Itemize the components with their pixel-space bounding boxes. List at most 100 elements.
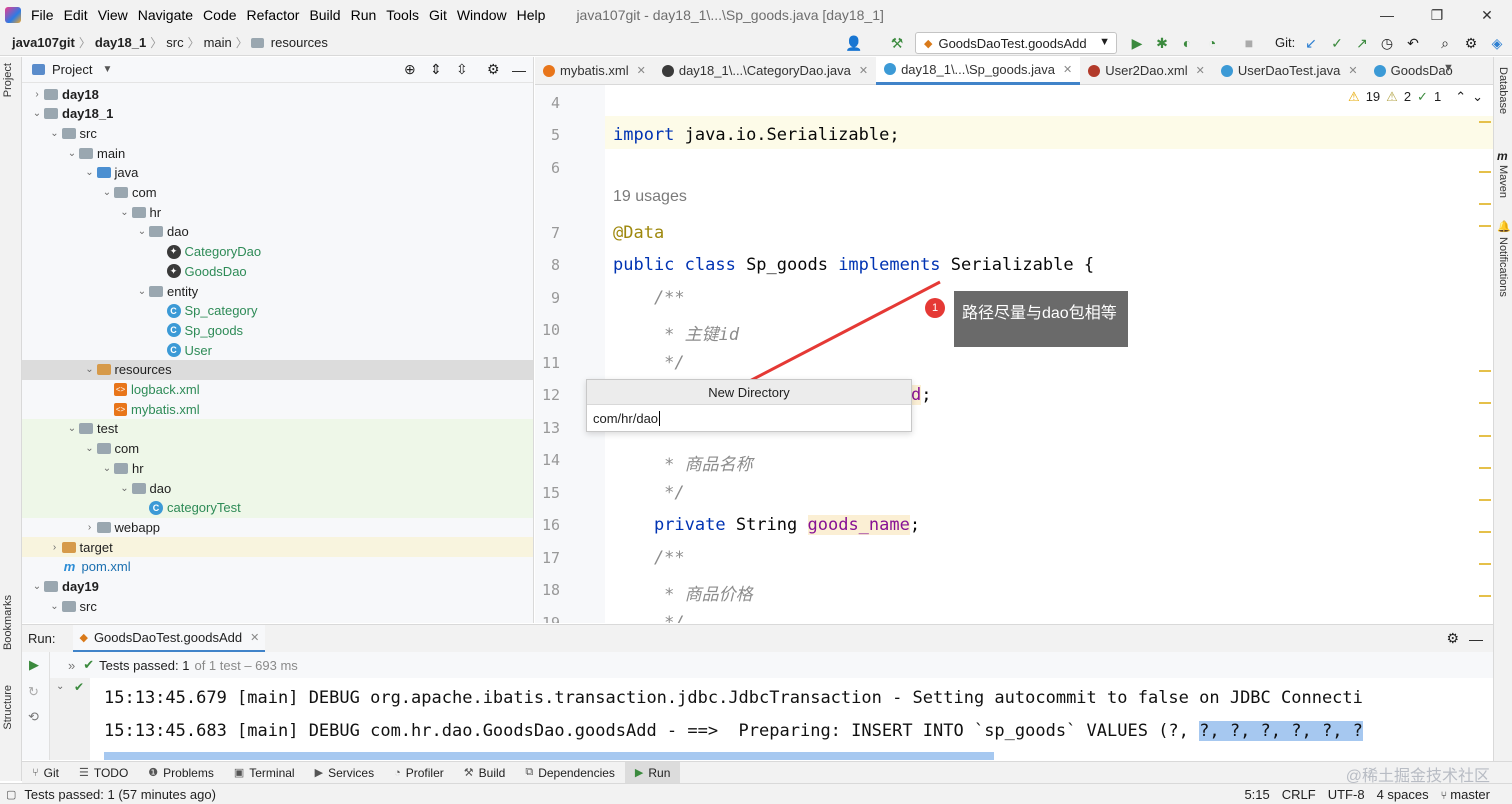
coverage-icon[interactable]: ◐ [1178, 34, 1196, 52]
breadcrumb-project[interactable]: java107git [8, 35, 79, 50]
collapse-all-icon[interactable]: ⇳ [456, 61, 468, 78]
editor-tab[interactable]: mybatis.xml ✕ [535, 57, 654, 85]
tree-item[interactable]: m pom.xml [22, 557, 533, 577]
editor-tab[interactable]: User2Dao.xml ✕ [1080, 57, 1213, 85]
chevron-down-icon[interactable]: ⌄ [83, 364, 97, 375]
tabs-overflow-icon[interactable]: ▼ [1443, 62, 1454, 74]
chevron-down-icon[interactable]: ⌄ [30, 108, 44, 119]
profiler-tool-tab[interactable]: ◔ Profiler [384, 762, 454, 784]
warning-marker[interactable] [1479, 563, 1491, 565]
plugin-icon[interactable]: ◈ [1488, 34, 1506, 52]
tree-item[interactable]: ⌄ resources [22, 359, 533, 380]
chevron-down-icon[interactable]: ⌄ [56, 681, 64, 692]
chevron-down-icon[interactable]: ⌄ [83, 443, 97, 454]
tree-item[interactable]: C Sp_category [22, 301, 533, 321]
project-view-title[interactable]: Project [52, 62, 92, 77]
git-tool-tab[interactable]: ⑂ Git [22, 762, 69, 784]
notifications-tool-tab[interactable]: Notifications [1497, 237, 1509, 297]
profile-icon[interactable]: ◔ [1203, 34, 1221, 52]
todo-tool-tab[interactable]: ☰ TODO [69, 762, 138, 784]
file-encoding[interactable]: UTF-8 [1328, 787, 1365, 802]
warning-marker[interactable] [1479, 121, 1491, 123]
warning-marker[interactable] [1479, 203, 1491, 205]
editor-tab[interactable]: day18_1\...\CategoryDao.java ✕ [654, 57, 876, 85]
run-settings-icon[interactable]: ⚙ [1446, 630, 1459, 647]
breadcrumb-resources[interactable]: resources [267, 35, 332, 50]
warning-marker[interactable] [1479, 595, 1491, 597]
maven-tool-tab[interactable]: Maven [1497, 165, 1509, 198]
warning-marker[interactable] [1479, 531, 1491, 533]
chevron-right-icon[interactable]: › [30, 89, 44, 100]
chevron-down-icon[interactable]: ⌄ [135, 286, 149, 297]
menu-edit[interactable]: Edit [59, 0, 93, 30]
tree-item[interactable]: ⌄ dao [22, 222, 533, 242]
tree-item[interactable]: ⌄ main [22, 143, 533, 163]
tree-item[interactable]: ⌄ java [22, 163, 533, 183]
toggle-auto-test-icon[interactable]: ⟲ [28, 709, 39, 725]
menu-code[interactable]: Code [198, 0, 241, 30]
stop-icon[interactable]: ■ [1240, 34, 1258, 52]
close-tab-icon[interactable]: ✕ [637, 64, 646, 77]
rollback-icon[interactable]: ↶ [1404, 34, 1422, 52]
chevron-down-icon[interactable]: ⌄ [118, 483, 132, 494]
chevron-down-icon[interactable]: ⌄ [100, 187, 114, 198]
close-tab-icon[interactable]: ✕ [1348, 64, 1357, 77]
user-icon[interactable]: 👤 [845, 34, 863, 52]
previous-highlight-icon[interactable]: ⌃ [1455, 89, 1466, 105]
chevron-down-icon[interactable]: ⌄ [30, 581, 44, 592]
run-icon[interactable]: ▶ [1128, 34, 1146, 52]
menu-help[interactable]: Help [512, 0, 551, 30]
tree-item[interactable]: › webapp [22, 517, 533, 537]
settings-gear-icon[interactable]: ⚙ [1462, 34, 1480, 52]
debug-icon[interactable]: ✱ [1153, 34, 1171, 52]
bookmarks-tool-tab[interactable]: Bookmarks [2, 595, 14, 650]
terminal-tool-tab[interactable]: ▣ Terminal [224, 762, 305, 784]
chevron-right-icon[interactable]: › [48, 542, 62, 553]
chevron-down-icon[interactable]: ⌄ [118, 207, 132, 218]
close-tab-icon[interactable]: ✕ [1196, 64, 1205, 77]
menu-build[interactable]: Build [304, 0, 345, 30]
warning-marker[interactable] [1479, 499, 1491, 501]
tree-item[interactable]: ⌄ com [22, 438, 533, 459]
menu-git[interactable]: Git [424, 0, 452, 30]
warning-marker[interactable] [1479, 225, 1491, 227]
run-tab[interactable]: ◆ GoodsDaoTest.goodsAdd ✕ [73, 624, 266, 653]
tree-item[interactable]: ⌄ src [22, 123, 533, 143]
warning-marker[interactable] [1479, 402, 1491, 404]
directory-name-input[interactable]: com/hr/dao [587, 405, 911, 432]
project-tool-tab[interactable]: Project [2, 63, 14, 97]
tree-item[interactable]: <> mybatis.xml [22, 399, 533, 419]
chevron-right-icon[interactable]: › [83, 522, 97, 533]
run-configuration-select[interactable]: ◆ GoodsDaoTest.goodsAdd ▼ [915, 32, 1117, 54]
menu-window[interactable]: Window [452, 0, 512, 30]
expand-icon[interactable]: » [68, 658, 75, 673]
editor-tab[interactable]: day18_1\...\Sp_goods.java ✕ [876, 56, 1081, 85]
close-window-button[interactable]: ✕ [1462, 0, 1512, 30]
tree-item[interactable]: CcategoryTest [22, 497, 533, 518]
warning-marker[interactable] [1479, 370, 1491, 372]
chevron-down-icon[interactable]: ⌄ [65, 148, 79, 159]
breadcrumb-src[interactable]: src [162, 35, 187, 50]
tree-item[interactable]: ⌄ day19 [22, 577, 533, 597]
menu-refactor[interactable]: Refactor [242, 0, 305, 30]
inspection-widget[interactable]: ⚠ 19 ⚠ 2 ✓ 1 ⌃ ⌄ [1348, 89, 1483, 105]
editor-tab[interactable]: UserDaoTest.java ✕ [1213, 57, 1366, 85]
tree-item[interactable]: ⌄ test [22, 418, 533, 439]
tree-item[interactable]: ⌄ dao [22, 478, 533, 498]
tree-item[interactable]: <> logback.xml [22, 380, 533, 400]
tree-item[interactable]: ✦ CategoryDao [22, 242, 533, 262]
menu-run[interactable]: Run [346, 0, 382, 30]
run-tool-tab[interactable]: ▶ Run [624, 761, 681, 784]
menu-tools[interactable]: Tools [381, 0, 424, 30]
history-icon[interactable]: ◷ [1378, 34, 1396, 52]
expand-all-icon[interactable]: ⇕ [430, 61, 442, 78]
problems-tool-tab[interactable]: ❶ Problems [138, 762, 224, 784]
panel-settings-icon[interactable]: ⚙ [487, 61, 500, 78]
tree-item[interactable]: ⌄ src [22, 596, 533, 616]
status-tool-icon[interactable]: ▢ [6, 788, 16, 801]
warning-marker[interactable] [1479, 467, 1491, 469]
git-commit-icon[interactable]: ✓ [1328, 34, 1346, 52]
locate-icon[interactable]: ⊕ [404, 61, 416, 78]
tree-item[interactable]: C Sp_goods [22, 320, 533, 340]
menu-view[interactable]: View [93, 0, 133, 30]
